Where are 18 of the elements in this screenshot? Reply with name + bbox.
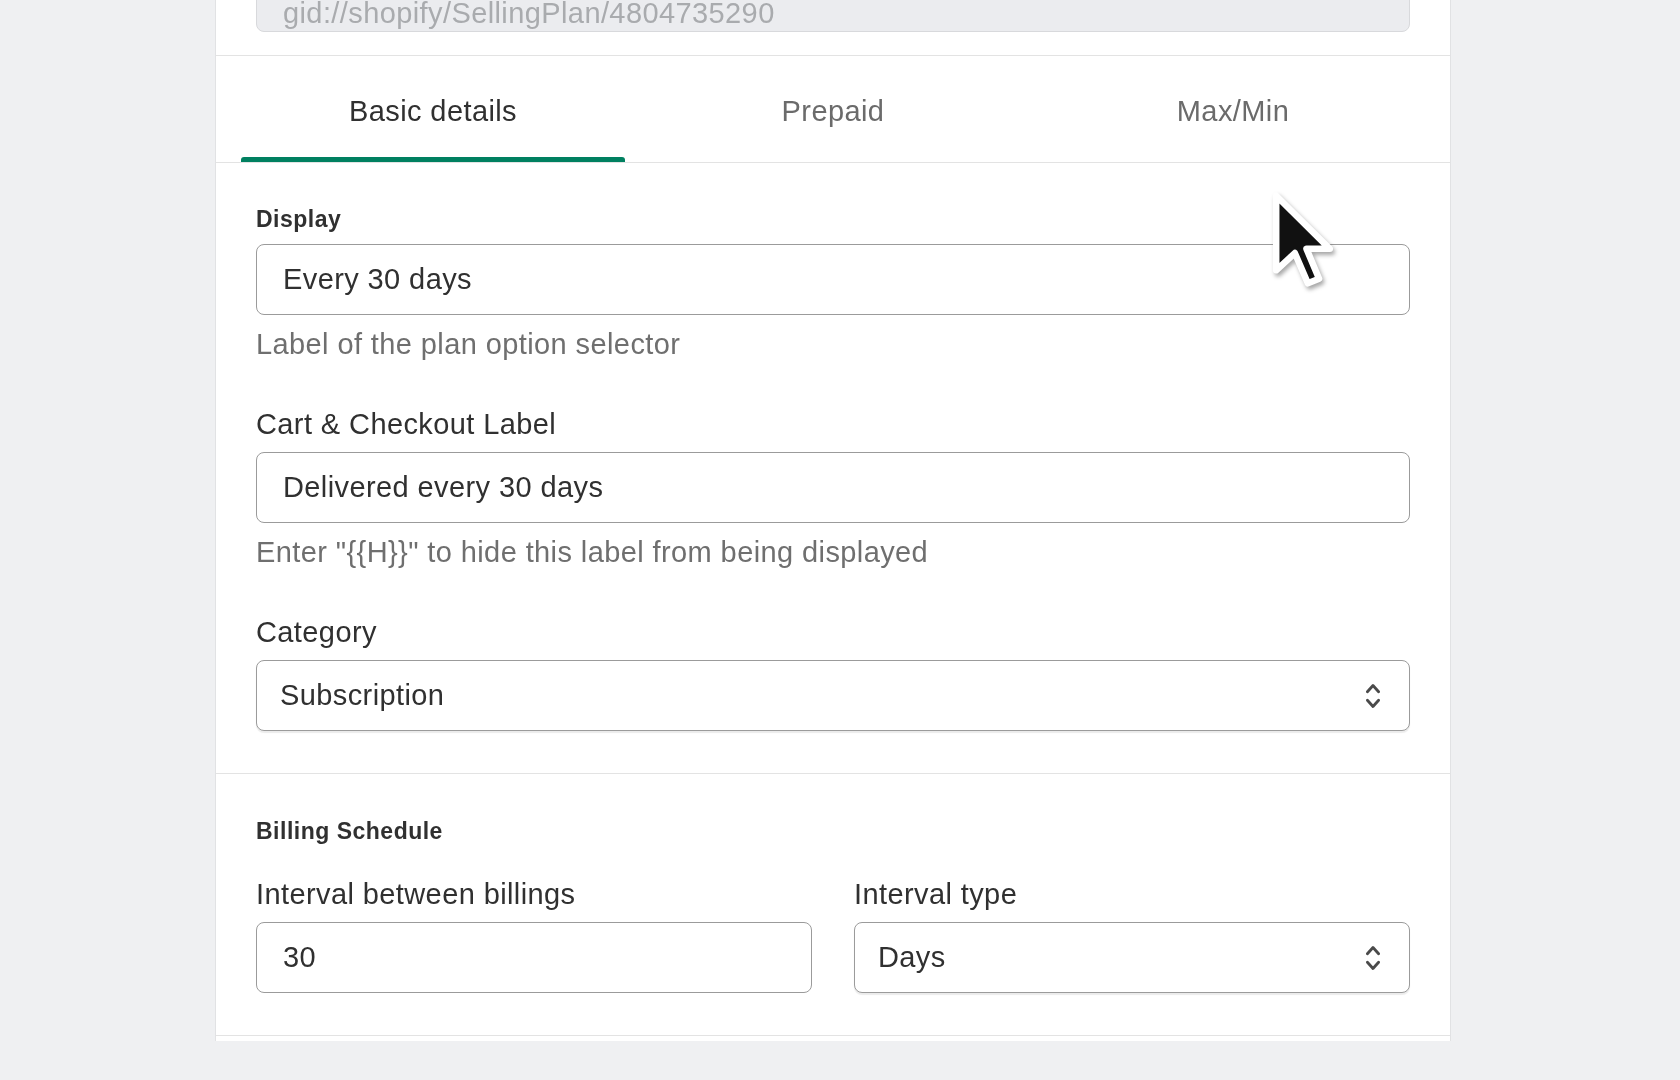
help-text: Enter "{{H}}" to hide this label from being displayed (256, 535, 930, 569)
text-input[interactable]: 30 (256, 922, 812, 993)
select-field[interactable]: Days (854, 922, 1410, 993)
field-label: Interval type (854, 877, 1019, 911)
chevron-icon (1366, 945, 1380, 970)
chevron-icon (1366, 683, 1380, 708)
tab[interactable]: Max/Min (1033, 56, 1433, 162)
section-title: Display (256, 205, 343, 233)
field-label: Cart & Checkout Label (256, 407, 558, 441)
help-text: Label of the plan option selector (256, 327, 682, 361)
tab[interactable]: Prepaid (633, 56, 1033, 162)
select-field[interactable]: Subscription (256, 660, 1410, 731)
field-label: Interval between billings (256, 877, 577, 911)
tab[interactable]: Basic details (233, 56, 633, 162)
field-label: Category (256, 615, 378, 649)
text-input[interactable]: Delivered every 30 days (256, 452, 1410, 523)
text-input[interactable]: Every 30 days (256, 244, 1410, 315)
section-title: Billing Schedule (256, 817, 444, 845)
